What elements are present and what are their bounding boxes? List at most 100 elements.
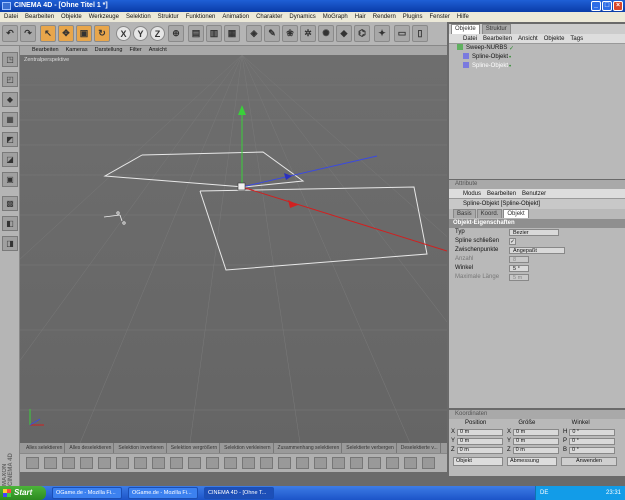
visibility-dot-icon[interactable]: • bbox=[509, 63, 511, 72]
rotate-icon[interactable]: ↻ bbox=[94, 25, 110, 42]
use-edges-icon[interactable]: ◪ bbox=[2, 152, 18, 167]
menu-mograph[interactable]: MoGraph bbox=[323, 12, 348, 22]
coordinate-mode-dropdown[interactable]: Objekt bbox=[453, 457, 503, 466]
close-button[interactable]: × bbox=[613, 1, 623, 11]
layout-2-icon[interactable]: ▯ bbox=[412, 25, 428, 42]
menu-funktionen[interactable]: Funktionen bbox=[186, 12, 216, 22]
rotation-h-field[interactable]: 0 ° bbox=[569, 429, 616, 436]
tab-objekte[interactable]: Objekte bbox=[451, 24, 480, 34]
object-row-spline-2[interactable]: Spline-Objekt • bbox=[449, 62, 625, 71]
taskbar-item-firefox-1[interactable]: OGame.de - Mozilla Fi... bbox=[52, 487, 122, 499]
command-icon[interactable] bbox=[350, 457, 363, 469]
menu-datei[interactable]: Datei bbox=[4, 12, 18, 22]
maximize-button[interactable]: □ bbox=[602, 1, 612, 11]
menu-charakter[interactable]: Charakter bbox=[256, 12, 282, 22]
size-mode-dropdown[interactable]: Abmessung bbox=[507, 457, 557, 466]
tab-struktur[interactable]: Struktur bbox=[481, 24, 511, 34]
menu-dynamics[interactable]: Dynamics bbox=[289, 12, 315, 22]
layout-icon[interactable]: ▭ bbox=[394, 25, 410, 42]
count-field[interactable]: 8 bbox=[509, 256, 529, 263]
command-icon[interactable] bbox=[404, 457, 417, 469]
vp-menu-ansicht[interactable]: Ansicht bbox=[149, 46, 167, 55]
apply-button[interactable]: Anwenden bbox=[561, 457, 617, 466]
select-all-button[interactable]: Alles selektieren bbox=[24, 443, 66, 453]
angle-field[interactable]: 5 ° bbox=[509, 265, 529, 272]
deselect-all-button[interactable]: Alles deselektieren bbox=[67, 443, 115, 453]
axis-origin-icon[interactable] bbox=[237, 182, 246, 191]
attr-tab-koord[interactable]: Koord. bbox=[476, 209, 503, 218]
om-menu-tags[interactable]: Tags bbox=[570, 34, 583, 43]
move-icon[interactable]: ✥ bbox=[58, 25, 74, 42]
render-settings-icon[interactable]: ▦ bbox=[224, 25, 240, 42]
viewport-3d[interactable]: Zentralperspektive bbox=[20, 55, 447, 443]
cube-icon[interactable]: ◈ bbox=[246, 25, 262, 42]
menu-hilfe[interactable]: Hilfe bbox=[457, 12, 469, 22]
select-arrow-icon[interactable]: ↖ bbox=[40, 25, 56, 42]
menu-selektion[interactable]: Selektion bbox=[126, 12, 151, 22]
axis-z-button[interactable]: Z bbox=[150, 26, 165, 41]
command-icon[interactable] bbox=[206, 457, 219, 469]
typ-dropdown[interactable]: Bezier bbox=[509, 229, 559, 236]
om-menu-objekte[interactable]: Objekte bbox=[544, 34, 565, 43]
object-row-sweep-nurbs[interactable]: Sweep-NURBS ✓ bbox=[449, 44, 625, 53]
command-icon[interactable] bbox=[296, 457, 309, 469]
vp-menu-filter[interactable]: Filter bbox=[129, 46, 141, 55]
command-icon[interactable] bbox=[152, 457, 165, 469]
menu-fenster[interactable]: Fenster bbox=[429, 12, 449, 22]
close-spline-checkbox[interactable]: ✓ bbox=[509, 238, 516, 245]
soft-selection-icon[interactable]: ◨ bbox=[2, 236, 18, 251]
camera-icon[interactable]: ⌬ bbox=[354, 25, 370, 42]
command-icon[interactable] bbox=[116, 457, 129, 469]
menu-bearbeiten[interactable]: Bearbeiten bbox=[25, 12, 54, 22]
use-points-icon[interactable]: ◩ bbox=[2, 132, 18, 147]
command-icon[interactable] bbox=[26, 457, 39, 469]
menu-plugins[interactable]: Plugins bbox=[403, 12, 423, 22]
position-x-field[interactable]: 0 m bbox=[457, 429, 504, 436]
deformer-icon[interactable]: ✺ bbox=[318, 25, 334, 42]
use-polygons-icon[interactable]: ▣ bbox=[2, 172, 18, 187]
command-icon[interactable] bbox=[332, 457, 345, 469]
command-icon[interactable] bbox=[260, 457, 273, 469]
command-icon[interactable] bbox=[98, 457, 111, 469]
command-icon[interactable] bbox=[314, 457, 327, 469]
spline-pen-icon[interactable]: ✎ bbox=[264, 25, 280, 42]
scale-icon[interactable]: ▣ bbox=[76, 25, 92, 42]
select-connected-button[interactable]: Zusammenhang selektieren bbox=[276, 443, 343, 453]
taskbar-item-cinema4d[interactable]: CINEMA 4D - [Ohne T... bbox=[204, 487, 274, 499]
menu-hair[interactable]: Hair bbox=[355, 12, 366, 22]
position-y-field[interactable]: 0 m bbox=[457, 438, 504, 445]
invert-selection-button[interactable]: Selektion invertieren bbox=[116, 443, 167, 453]
attr-menu-modus[interactable]: Modus bbox=[463, 189, 481, 198]
vp-menu-darstellung[interactable]: Darstellung bbox=[95, 46, 123, 55]
hide-selected-button[interactable]: Selektierte verbergen bbox=[344, 443, 397, 453]
command-icon[interactable] bbox=[80, 457, 93, 469]
vp-menu-bearbeiten[interactable]: Bearbeiten bbox=[32, 46, 59, 55]
max-length-field[interactable]: 5 m bbox=[509, 274, 529, 281]
light-icon[interactable]: ✦ bbox=[374, 25, 390, 42]
size-x-field[interactable]: 0 m bbox=[513, 429, 560, 436]
shrink-selection-button[interactable]: Selektion verkleinern bbox=[222, 443, 274, 453]
render-picture-icon[interactable]: ▥ bbox=[206, 25, 222, 42]
menu-werkzeuge[interactable]: Werkzeuge bbox=[89, 12, 119, 22]
om-menu-bearbeiten[interactable]: Bearbeiten bbox=[483, 34, 512, 43]
minimize-button[interactable]: _ bbox=[591, 1, 601, 11]
size-z-field[interactable]: 0 m bbox=[512, 447, 559, 454]
command-icon[interactable] bbox=[368, 457, 381, 469]
command-icon[interactable] bbox=[422, 457, 435, 469]
render-view-icon[interactable]: ▤ bbox=[188, 25, 204, 42]
array-icon[interactable]: ✲ bbox=[300, 25, 316, 42]
position-z-field[interactable]: 0 m bbox=[456, 447, 503, 454]
command-icon[interactable] bbox=[170, 457, 183, 469]
enable-axis-icon[interactable]: ▩ bbox=[2, 196, 18, 211]
attr-menu-benutzer[interactable]: Benutzer bbox=[522, 189, 546, 198]
menu-animation[interactable]: Animation bbox=[222, 12, 249, 22]
command-icon[interactable] bbox=[44, 457, 57, 469]
axis-x-button[interactable]: X bbox=[116, 26, 131, 41]
language-indicator[interactable]: DE bbox=[540, 486, 548, 500]
menu-objekte[interactable]: Objekte bbox=[61, 12, 82, 22]
start-button[interactable]: Start bbox=[0, 486, 46, 500]
axis-y-button[interactable]: Y bbox=[133, 26, 148, 41]
undo-icon[interactable]: ↶ bbox=[2, 25, 18, 42]
vp-menu-kameras[interactable]: Kameras bbox=[66, 46, 88, 55]
use-animation-icon[interactable]: ◆ bbox=[2, 92, 18, 107]
